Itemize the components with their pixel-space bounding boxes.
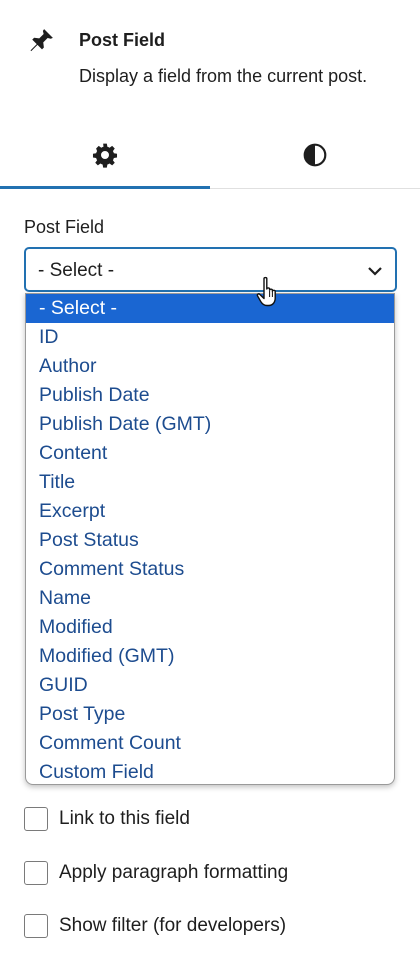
block-description: Display a field from the current post. xyxy=(79,66,368,86)
dropdown-option[interactable]: Comment Count xyxy=(26,729,394,758)
select-value: - Select - xyxy=(38,260,115,281)
checkbox-row-link[interactable]: Link to this field xyxy=(24,806,190,832)
post-field-label: Post Field xyxy=(24,217,105,237)
dropdown-option[interactable]: Name xyxy=(26,584,394,613)
paragraph-formatting-checkbox[interactable] xyxy=(24,861,48,885)
dropdown-option[interactable]: Excerpt xyxy=(26,497,394,526)
dropdown-option[interactable]: Post Type xyxy=(26,700,394,729)
dropdown-option[interactable]: Title xyxy=(26,468,394,497)
dropdown-option[interactable]: Publish Date (GMT) xyxy=(26,410,394,439)
dropdown-option[interactable]: Author xyxy=(26,352,394,381)
dropdown-option[interactable]: Publish Date xyxy=(26,381,394,410)
dropdown-option[interactable]: GUID xyxy=(26,671,394,700)
checkbox-label: Apply paragraph formatting xyxy=(59,862,289,883)
dropdown-option[interactable]: Modified (GMT) xyxy=(26,642,394,671)
pin-icon xyxy=(30,29,53,52)
dropdown-option[interactable]: - Select - xyxy=(26,294,394,323)
gear-icon xyxy=(92,143,118,168)
dropdown-option[interactable]: Content xyxy=(26,439,394,468)
checkbox-label: Link to this field xyxy=(59,808,190,829)
checkbox-row-paragraph[interactable]: Apply paragraph formatting xyxy=(24,860,288,886)
dropdown-option[interactable]: Modified xyxy=(26,613,394,642)
tab-settings[interactable] xyxy=(0,122,210,189)
checkbox-label: Show filter (for developers) xyxy=(59,915,287,936)
post-field-select[interactable]: - Select - xyxy=(24,247,397,292)
chevron-down-icon xyxy=(368,267,382,276)
block-title: Post Field xyxy=(79,30,166,50)
link-to-field-checkbox[interactable] xyxy=(24,807,48,831)
post-field-dropdown: - Select - ID Author Publish Date Publish Da… xyxy=(25,293,395,785)
dropdown-option[interactable]: ID xyxy=(26,323,394,352)
dropdown-option[interactable]: Comment Status xyxy=(26,555,394,584)
hand-pointer-icon xyxy=(256,276,276,307)
tab-styles[interactable] xyxy=(210,122,420,188)
inspector-tabs xyxy=(0,122,420,189)
dropdown-option[interactable]: Custom Field xyxy=(26,758,394,784)
contrast-icon xyxy=(303,143,327,167)
show-filter-checkbox[interactable] xyxy=(24,914,48,938)
dropdown-option[interactable]: Post Status xyxy=(26,526,394,555)
checkbox-row-filter[interactable]: Show filter (for developers) xyxy=(24,913,286,939)
block-card: Post Field Display a field from the curr… xyxy=(0,0,420,120)
